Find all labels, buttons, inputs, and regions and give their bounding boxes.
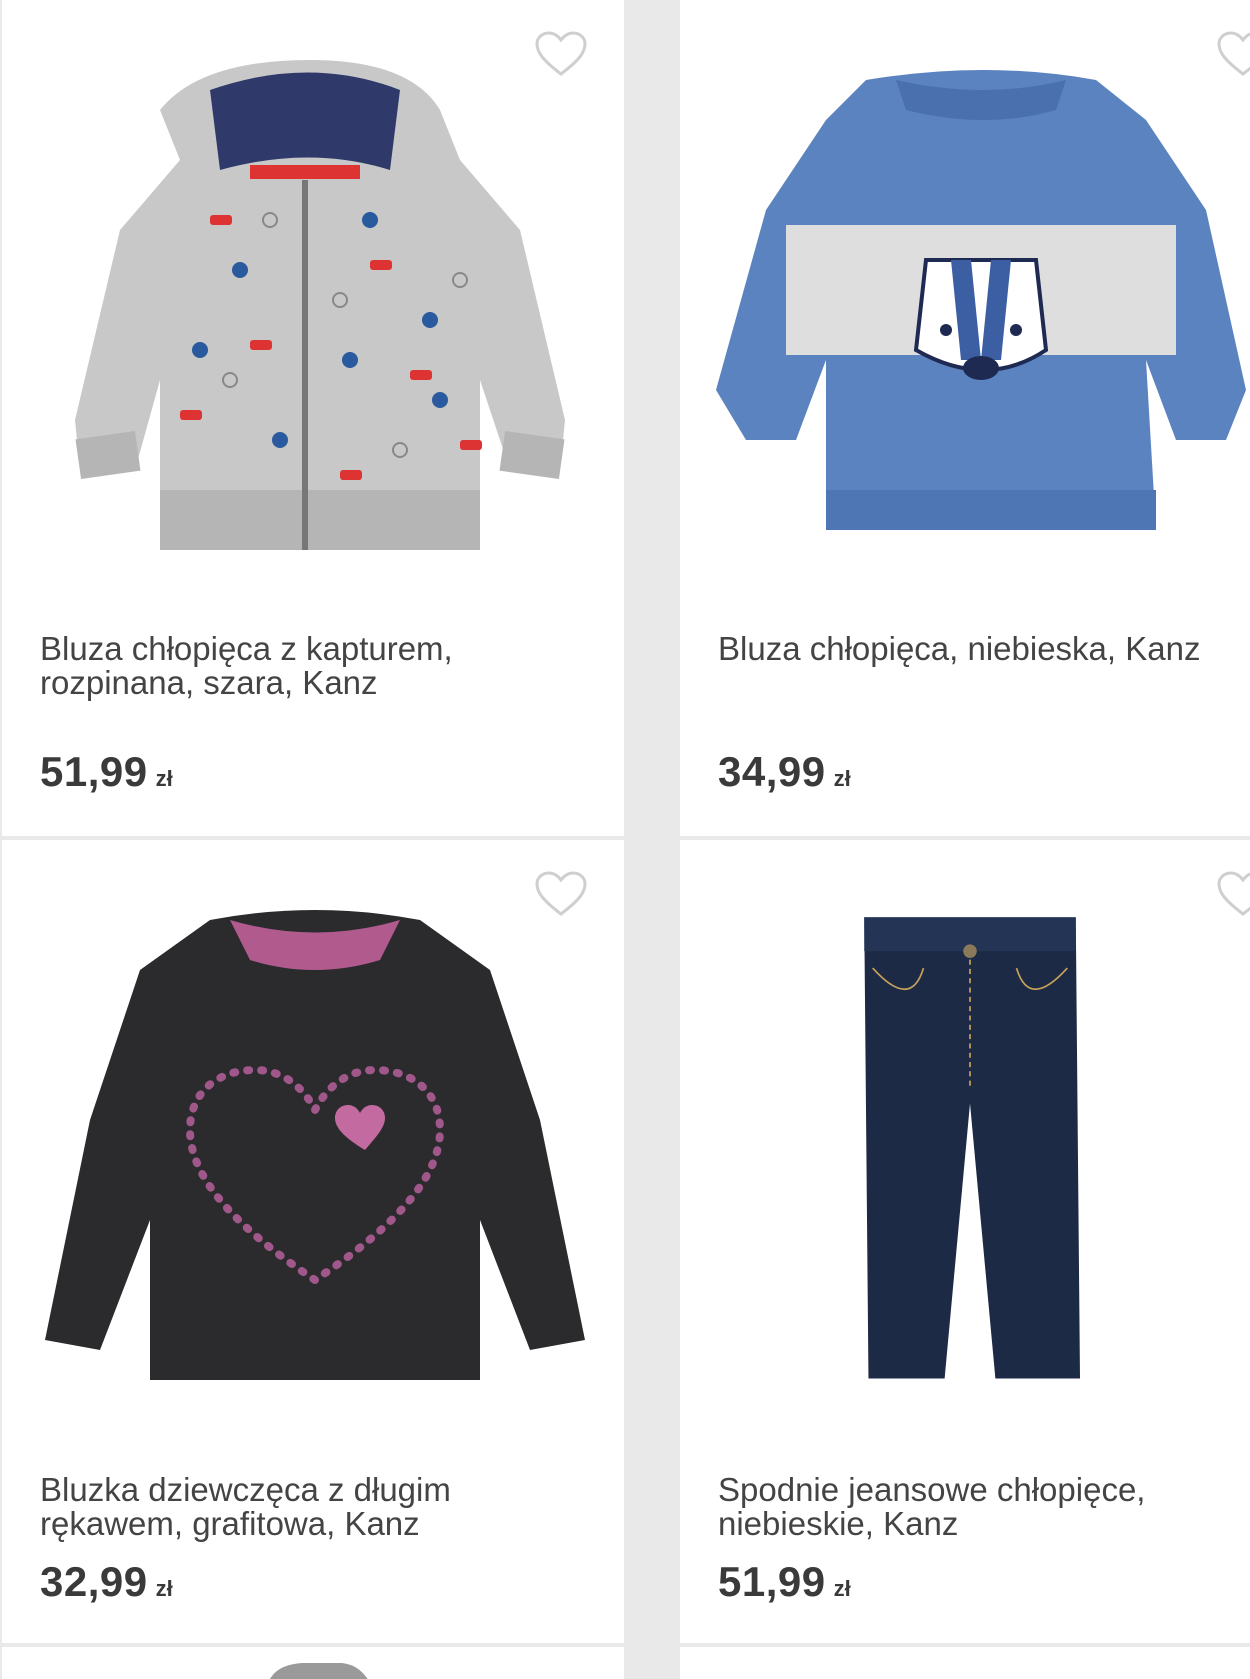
product-price: 34,99 zł	[718, 748, 851, 796]
product-price: 51,99 zł	[40, 748, 173, 796]
product-card[interactable]: Bluza chłopięca z kapturem, rozpinana, s…	[2, 0, 624, 836]
product-price: 51,99 zł	[718, 1558, 851, 1606]
product-card[interactable]	[2, 1647, 624, 1679]
product-title[interactable]: Spodnie jeansowe chłopięce, niebieskie, …	[718, 1473, 1238, 1541]
product-card[interactable]: Bluza chłopięca, niebieska, Kanz 34,99 zł	[680, 0, 1250, 836]
price-currency: zł	[155, 1576, 173, 1601]
product-card[interactable]	[680, 1647, 1250, 1679]
product-image[interactable]	[40, 50, 590, 580]
product-title[interactable]: Bluza chłopięca z kapturem, rozpinana, s…	[40, 632, 600, 700]
product-title[interactable]: Bluza chłopięca, niebieska, Kanz	[718, 632, 1238, 666]
price-amount: 51,99	[40, 748, 148, 795]
price-currency: zł	[833, 766, 851, 791]
price-currency: zł	[833, 1576, 851, 1601]
product-grid: Bluza chłopięca z kapturem, rozpinana, s…	[0, 0, 1250, 1679]
product-title[interactable]: Bluzka dziewczęca z długim rękawem, graf…	[40, 1473, 600, 1541]
product-card[interactable]: Spodnie jeansowe chłopięce, niebieskie, …	[680, 840, 1250, 1643]
price-amount: 51,99	[718, 1558, 826, 1605]
product-card[interactable]: Bluzka dziewczęca z długim rękawem, graf…	[2, 840, 624, 1643]
price-amount: 34,99	[718, 748, 826, 795]
product-price: 32,99 zł	[40, 1558, 173, 1606]
product-image[interactable]	[860, 875, 1080, 1425]
price-currency: zł	[155, 766, 173, 791]
product-image[interactable]	[40, 900, 590, 1400]
price-amount: 32,99	[40, 1558, 148, 1605]
heart-icon[interactable]	[1216, 870, 1250, 918]
product-image[interactable]	[2, 1647, 624, 1679]
product-image[interactable]	[716, 60, 1246, 560]
